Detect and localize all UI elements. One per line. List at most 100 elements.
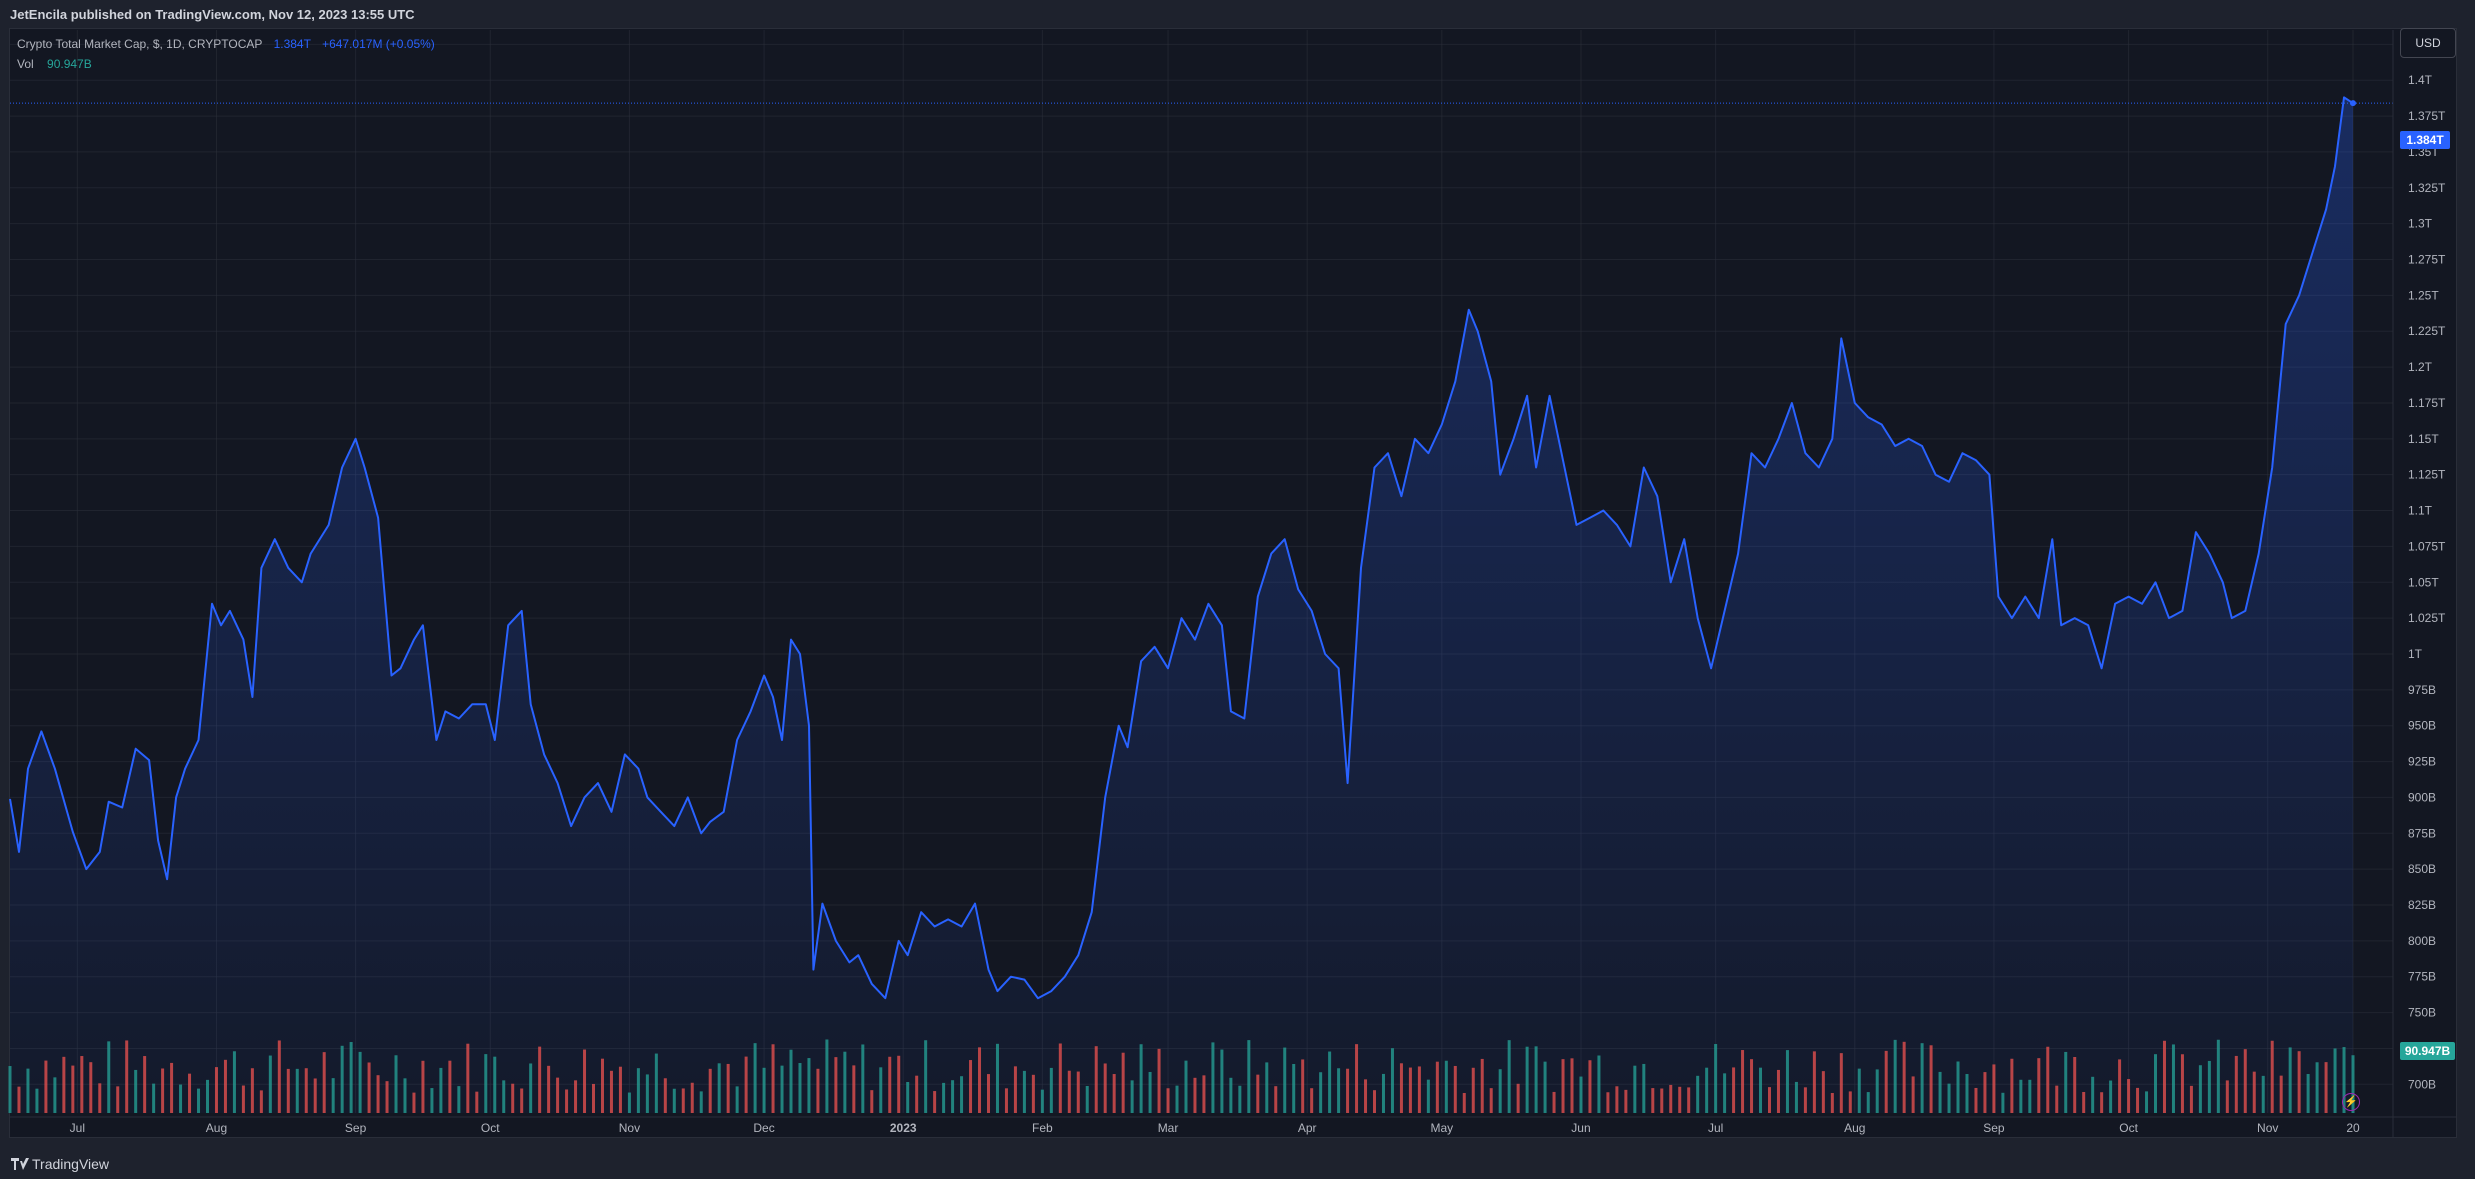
volume-bar bbox=[394, 1055, 398, 1113]
x-tick-label: Nov bbox=[2257, 1121, 2278, 1135]
volume-bar bbox=[286, 1068, 290, 1113]
volume-bar bbox=[1875, 1069, 1879, 1113]
volume-bar bbox=[1956, 1061, 1960, 1113]
volume-bar bbox=[1687, 1087, 1691, 1113]
volume-axis-tag: 90.947B bbox=[2400, 1042, 2455, 1060]
y-tick-label: 1.05T bbox=[2408, 575, 2439, 589]
volume-bar bbox=[1337, 1068, 1341, 1113]
footer-brand[interactable]: TradingView bbox=[32, 1156, 109, 1172]
volume-bar bbox=[2198, 1065, 2202, 1113]
volume-bar bbox=[511, 1083, 515, 1113]
volume-bar bbox=[223, 1059, 227, 1113]
volume-bar bbox=[1390, 1048, 1394, 1113]
legend-change: +647.017M (+0.05%) bbox=[322, 37, 435, 51]
volume-bar bbox=[53, 1077, 57, 1113]
volume-bar bbox=[2216, 1039, 2220, 1113]
volume-bar bbox=[1292, 1063, 1296, 1113]
lightning-icon[interactable]: ⚡ bbox=[2342, 1093, 2360, 1111]
volume-bar bbox=[1902, 1041, 1906, 1113]
volume-bar bbox=[2279, 1075, 2283, 1113]
volume-bar bbox=[2261, 1075, 2265, 1113]
volume-bar bbox=[188, 1073, 192, 1113]
volume-bar bbox=[2234, 1055, 2238, 1113]
volume-bar bbox=[2127, 1079, 2131, 1113]
volume-bar bbox=[1004, 1088, 1008, 1113]
volume-bar bbox=[448, 1060, 452, 1113]
volume-bar bbox=[241, 1085, 245, 1113]
x-tick-label: May bbox=[1430, 1121, 1453, 1135]
volume-bar bbox=[933, 1091, 937, 1113]
volume-bar bbox=[1812, 1051, 1816, 1113]
volume-bar bbox=[1175, 1085, 1179, 1113]
volume-bar bbox=[2073, 1057, 2077, 1113]
legend-volume-label[interactable]: Vol bbox=[17, 57, 34, 71]
volume-bar bbox=[574, 1080, 578, 1113]
volume-bar bbox=[2145, 1091, 2149, 1113]
x-tick-label: Sep bbox=[1983, 1121, 2005, 1135]
volume-bar bbox=[888, 1056, 892, 1113]
volume-bar bbox=[2306, 1074, 2310, 1113]
volume-bar bbox=[439, 1067, 443, 1113]
volume-bar bbox=[1229, 1077, 1233, 1113]
volume-bar bbox=[1821, 1071, 1825, 1113]
volume-bar bbox=[1794, 1081, 1798, 1113]
legend-volume-row: Vol 90.947B bbox=[17, 54, 435, 74]
volume-bar bbox=[1157, 1048, 1161, 1113]
volume-bar bbox=[2171, 1044, 2175, 1113]
x-tick-label: Mar bbox=[1158, 1121, 1179, 1135]
x-tick-label: Nov bbox=[619, 1121, 640, 1135]
volume-bar bbox=[1489, 1088, 1493, 1113]
volume-bar bbox=[2082, 1092, 2086, 1113]
volume-bar bbox=[1022, 1070, 1026, 1113]
legend-symbol[interactable]: Crypto Total Market Cap, $, 1D, CRYPTOCA… bbox=[17, 37, 262, 51]
volume-bar bbox=[1364, 1079, 1368, 1113]
volume-bar bbox=[636, 1068, 640, 1113]
volume-bar bbox=[1696, 1075, 1700, 1113]
volume-bar bbox=[1058, 1043, 1062, 1113]
volume-bar bbox=[340, 1045, 344, 1113]
x-tick-label: Jul bbox=[1708, 1121, 1723, 1135]
volume-bar bbox=[1741, 1050, 1745, 1113]
volume-bar bbox=[1992, 1064, 1996, 1113]
volume-bar bbox=[2154, 1054, 2158, 1113]
volume-bar bbox=[897, 1055, 901, 1113]
volume-bar bbox=[2162, 1040, 2166, 1113]
volume-bar bbox=[376, 1075, 380, 1113]
x-tick-label: Aug bbox=[1844, 1121, 1865, 1135]
volume-bar bbox=[125, 1040, 129, 1113]
tradingview-logo-icon[interactable] bbox=[11, 1158, 29, 1170]
volume-bar bbox=[915, 1075, 919, 1113]
volume-bar bbox=[1884, 1050, 1888, 1113]
y-tick-label: 1.125T bbox=[2408, 468, 2446, 482]
volume-bar bbox=[107, 1041, 111, 1113]
volume-bar bbox=[250, 1068, 254, 1113]
currency-button[interactable]: USD bbox=[2400, 28, 2456, 58]
volume-bar bbox=[834, 1057, 838, 1113]
volume-bar bbox=[717, 1063, 721, 1113]
volume-bar bbox=[232, 1051, 236, 1113]
volume-bar bbox=[1723, 1073, 1727, 1113]
volume-bar bbox=[2109, 1080, 2113, 1113]
volume-bar bbox=[1803, 1087, 1807, 1113]
volume-bar bbox=[1355, 1044, 1359, 1113]
volume-bar bbox=[762, 1067, 766, 1113]
price-chart[interactable]: 700B725B750B775B800B825B850B875B900B925B… bbox=[0, 0, 2475, 1179]
volume-bar bbox=[609, 1070, 613, 1113]
volume-bar bbox=[331, 1078, 335, 1113]
volume-bar bbox=[71, 1065, 75, 1113]
volume-bar bbox=[2001, 1092, 2005, 1113]
volume-bar bbox=[349, 1042, 353, 1113]
x-tick-label: Apr bbox=[1298, 1121, 1317, 1135]
volume-bar bbox=[2189, 1085, 2193, 1113]
volume-bar bbox=[798, 1063, 802, 1113]
volume-bar bbox=[313, 1078, 317, 1113]
volume-bar bbox=[170, 1062, 174, 1113]
volume-bar bbox=[816, 1068, 820, 1113]
volume-bar bbox=[2297, 1051, 2301, 1113]
y-tick-label: 1.025T bbox=[2408, 611, 2446, 625]
volume-bar bbox=[205, 1079, 209, 1113]
volume-bar bbox=[942, 1082, 946, 1113]
volume-bar bbox=[592, 1083, 596, 1113]
volume-bar bbox=[879, 1067, 883, 1113]
chart-legend: Crypto Total Market Cap, $, 1D, CRYPTOCA… bbox=[17, 34, 435, 74]
